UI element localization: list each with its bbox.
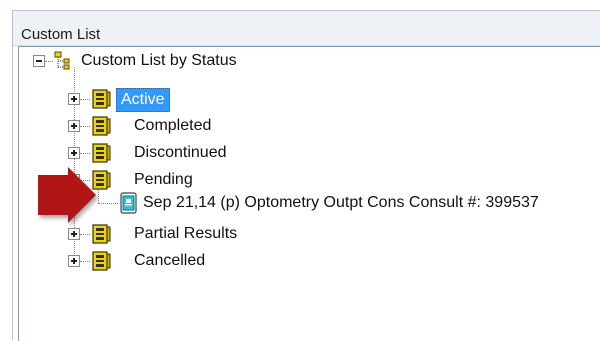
tree-node-pending[interactable]: Pending <box>134 169 193 191</box>
folder-stack-icon <box>92 251 111 271</box>
tree-branch-line <box>80 126 90 127</box>
custom-list-tree[interactable]: Custom List by Status Active Completed D… <box>18 46 600 341</box>
folder-stack-icon <box>92 89 111 109</box>
header-bar: Custom List <box>13 11 600 46</box>
tree-branch-line <box>80 261 90 262</box>
custom-list-window: Custom List Custom List by Status Active… <box>12 10 600 341</box>
tree-node-active[interactable]: Active <box>116 88 170 112</box>
tree-root-label[interactable]: Custom List by Status <box>81 50 237 72</box>
tree-structure-icon <box>54 51 70 70</box>
folder-stack-icon <box>92 143 111 163</box>
tree-node-cancelled[interactable]: Cancelled <box>134 250 205 272</box>
tree-branch-line <box>80 234 90 235</box>
tree-node-partial-results[interactable]: Partial Results <box>134 223 237 245</box>
folder-stack-icon <box>92 116 111 136</box>
tree-node-completed[interactable]: Completed <box>134 115 211 137</box>
active-expand-toggle[interactable] <box>68 93 80 105</box>
panel-title: Custom List <box>21 26 101 43</box>
tree-child-consult[interactable]: Sep 21,14 (p) Optometry Outpt Cons Consu… <box>143 192 539 214</box>
tree-branch-line <box>45 61 53 62</box>
tree-branch-line <box>98 203 118 204</box>
cancelled-expand-toggle[interactable] <box>68 255 80 267</box>
callout-arrow-icon <box>38 167 96 223</box>
tree-node-discontinued[interactable]: Discontinued <box>134 142 227 164</box>
root-collapse-toggle[interactable] <box>33 55 45 67</box>
discontinued-expand-toggle[interactable] <box>68 147 80 159</box>
tree-branch-line <box>80 99 90 100</box>
consult-document-icon <box>120 192 137 214</box>
partial-results-expand-toggle[interactable] <box>68 228 80 240</box>
tree-branch-line <box>80 153 90 154</box>
completed-expand-toggle[interactable] <box>68 120 80 132</box>
